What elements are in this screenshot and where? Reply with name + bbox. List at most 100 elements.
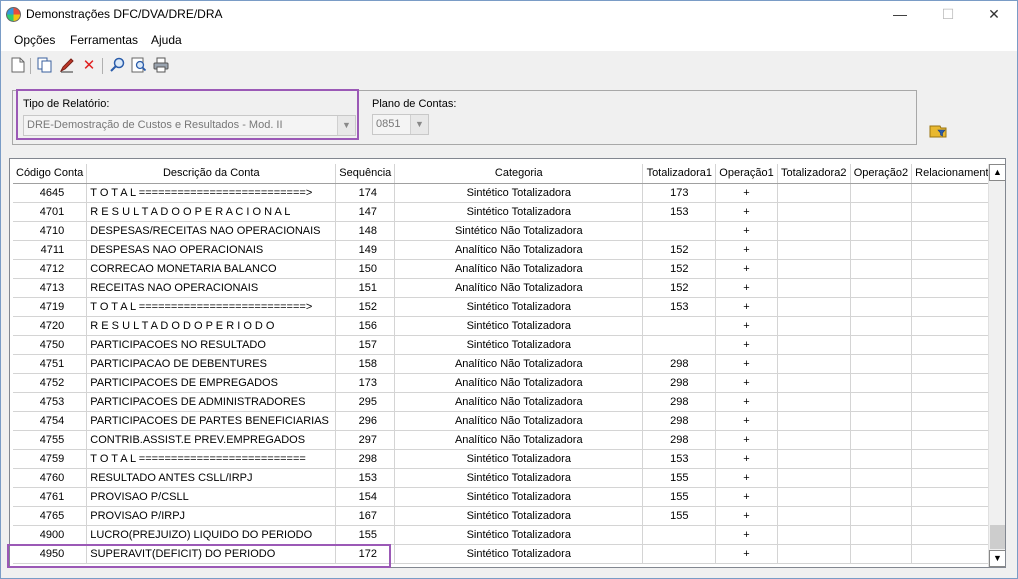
cell-operacao1[interactable]: + (715, 297, 778, 317)
cell-codigo[interactable]: 4755 (13, 430, 88, 450)
cell-descricao[interactable]: CORRECAO MONETARIA BALANCO (86, 259, 337, 279)
new-document-icon[interactable] (9, 57, 27, 75)
cell-totalizadora2[interactable] (777, 221, 851, 241)
cell-operacao2[interactable] (850, 202, 913, 222)
cell-totalizadora2[interactable] (777, 316, 851, 336)
cell-operacao1[interactable]: + (715, 278, 778, 298)
cell-descricao[interactable]: PARTICIPACOES DE PARTES BENEFICIARIAS (86, 411, 337, 431)
table-row[interactable]: 4750 PARTICIPACOES NO RESULTADO 157 Sintéti… (13, 335, 999, 355)
cell-sequencia[interactable]: 154 (335, 487, 396, 507)
edit-icon[interactable] (58, 57, 76, 75)
cell-operacao1[interactable]: + (715, 240, 778, 260)
cell-categoria[interactable]: Analítico Não Totalizadora (394, 354, 644, 374)
cell-categoria[interactable]: Sintético Totalizadora (394, 449, 644, 469)
cell-operacao1[interactable]: + (715, 506, 778, 526)
filter-icon[interactable] (929, 123, 947, 139)
cell-totalizadora2[interactable] (777, 506, 851, 526)
cell-totalizadora2[interactable] (777, 525, 851, 545)
cell-sequencia[interactable]: 148 (335, 221, 396, 241)
cell-totalizadora1[interactable]: 155 (642, 506, 717, 526)
cell-operacao2[interactable] (850, 221, 913, 241)
scroll-up-icon[interactable]: ▲ (989, 164, 1005, 181)
cell-totalizadora1[interactable]: 155 (642, 468, 717, 488)
cell-categoria[interactable]: Sintético Totalizadora (394, 506, 644, 526)
cell-categoria[interactable]: Sintético Totalizadora (394, 335, 644, 355)
cell-totalizadora2[interactable] (777, 487, 851, 507)
table-row[interactable]: 4754 PARTICIPACOES DE PARTES BENEFICIARIA… (13, 411, 999, 431)
cell-operacao2[interactable] (850, 544, 913, 564)
cell-totalizadora1[interactable] (642, 544, 717, 564)
cell-operacao1[interactable]: + (715, 202, 778, 222)
cell-relacionamento[interactable] (911, 240, 999, 260)
cell-descricao[interactable]: RECEITAS NAO OPERACIONAIS (86, 278, 337, 298)
cell-operacao2[interactable] (850, 449, 913, 469)
cell-categoria[interactable]: Analítico Não Totalizadora (394, 392, 644, 412)
cell-descricao[interactable]: T O T A L ==========================> (86, 183, 337, 203)
cell-relacionamento[interactable] (911, 487, 999, 507)
cell-operacao2[interactable] (850, 373, 913, 393)
cell-sequencia[interactable]: 157 (335, 335, 396, 355)
cell-operacao1[interactable]: + (715, 183, 778, 203)
cell-sequencia[interactable]: 153 (335, 468, 396, 488)
cell-totalizadora1[interactable]: 153 (642, 449, 717, 469)
cell-relacionamento[interactable] (911, 297, 999, 317)
cell-descricao[interactable]: R E S U L T A D O D O P E R I O D O (86, 316, 337, 336)
cell-operacao1[interactable]: + (715, 430, 778, 450)
column-header-codigo[interactable]: Código Conta (13, 164, 88, 184)
cell-relacionamento[interactable] (911, 430, 999, 450)
cell-totalizadora1[interactable] (642, 316, 717, 336)
cell-descricao[interactable]: T O T A L ==========================> (86, 297, 337, 317)
cell-operacao2[interactable] (850, 316, 913, 336)
cell-totalizadora2[interactable] (777, 297, 851, 317)
table-row[interactable]: 4711 DESPESAS NAO OPERACIONAIS 149 Analític… (13, 240, 999, 260)
cell-relacionamento[interactable] (911, 278, 999, 298)
cell-totalizadora1[interactable]: 298 (642, 411, 717, 431)
cell-totalizadora2[interactable] (777, 430, 851, 450)
cell-totalizadora2[interactable] (777, 183, 851, 203)
cell-sequencia[interactable]: 155 (335, 525, 396, 545)
cell-operacao1[interactable]: + (715, 411, 778, 431)
table-row[interactable]: 4710 DESPESAS/RECEITAS NAO OPERACIONAIS 14… (13, 221, 999, 241)
cell-operacao2[interactable] (850, 240, 913, 260)
cell-relacionamento[interactable] (911, 411, 999, 431)
cell-codigo[interactable]: 4753 (13, 392, 88, 412)
cell-descricao[interactable]: PROVISAO P/IRPJ (86, 506, 337, 526)
cell-descricao[interactable]: PARTICIPACOES DE ADMINISTRADORES (86, 392, 337, 412)
cell-categoria[interactable]: Sintético Totalizadora (394, 487, 644, 507)
cell-totalizadora2[interactable] (777, 240, 851, 260)
cell-operacao1[interactable]: + (715, 525, 778, 545)
table-row[interactable]: 4713 RECEITAS NAO OPERACIONAIS 151 Analític… (13, 278, 999, 298)
cell-descricao[interactable]: DESPESAS/RECEITAS NAO OPERACIONAIS (86, 221, 337, 241)
cell-sequencia[interactable]: 158 (335, 354, 396, 374)
cell-relacionamento[interactable] (911, 506, 999, 526)
cell-totalizadora1[interactable]: 152 (642, 240, 717, 260)
cell-categoria[interactable]: Sintético Totalizadora (394, 316, 644, 336)
cell-descricao[interactable]: LUCRO(PREJUIZO) LIQUIDO DO PERIODO (86, 525, 337, 545)
cell-operacao2[interactable] (850, 430, 913, 450)
cell-operacao2[interactable] (850, 525, 913, 545)
cell-codigo[interactable]: 4712 (13, 259, 88, 279)
cell-totalizadora1[interactable]: 298 (642, 430, 717, 450)
table-row[interactable]: 4645 T O T A L ==========================… (13, 183, 999, 203)
cell-relacionamento[interactable] (911, 392, 999, 412)
cell-codigo[interactable]: 4751 (13, 354, 88, 374)
cell-totalizadora1[interactable] (642, 221, 717, 241)
cell-sequencia[interactable]: 295 (335, 392, 396, 412)
menu-ferramentas[interactable]: Ferramentas (70, 33, 138, 47)
cell-totalizadora2[interactable] (777, 373, 851, 393)
cell-totalizadora2[interactable] (777, 278, 851, 298)
cell-descricao[interactable]: SUPERAVIT(DEFICIT) DO PERIODO (86, 544, 337, 564)
table-row[interactable]: 4752 PARTICIPACOES DE EMPREGADOS 173 Analít… (13, 373, 999, 393)
cell-sequencia[interactable]: 173 (335, 373, 396, 393)
cell-operacao2[interactable] (850, 506, 913, 526)
delete-icon[interactable]: ✕ (80, 57, 98, 75)
cell-sequencia[interactable]: 151 (335, 278, 396, 298)
cell-relacionamento[interactable] (911, 449, 999, 469)
cell-codigo[interactable]: 4645 (13, 183, 88, 203)
cell-operacao2[interactable] (850, 297, 913, 317)
cell-relacionamento[interactable] (911, 221, 999, 241)
cell-sequencia[interactable]: 149 (335, 240, 396, 260)
cell-sequencia[interactable]: 296 (335, 411, 396, 431)
cell-relacionamento[interactable] (911, 373, 999, 393)
cell-categoria[interactable]: Analítico Não Totalizadora (394, 259, 644, 279)
